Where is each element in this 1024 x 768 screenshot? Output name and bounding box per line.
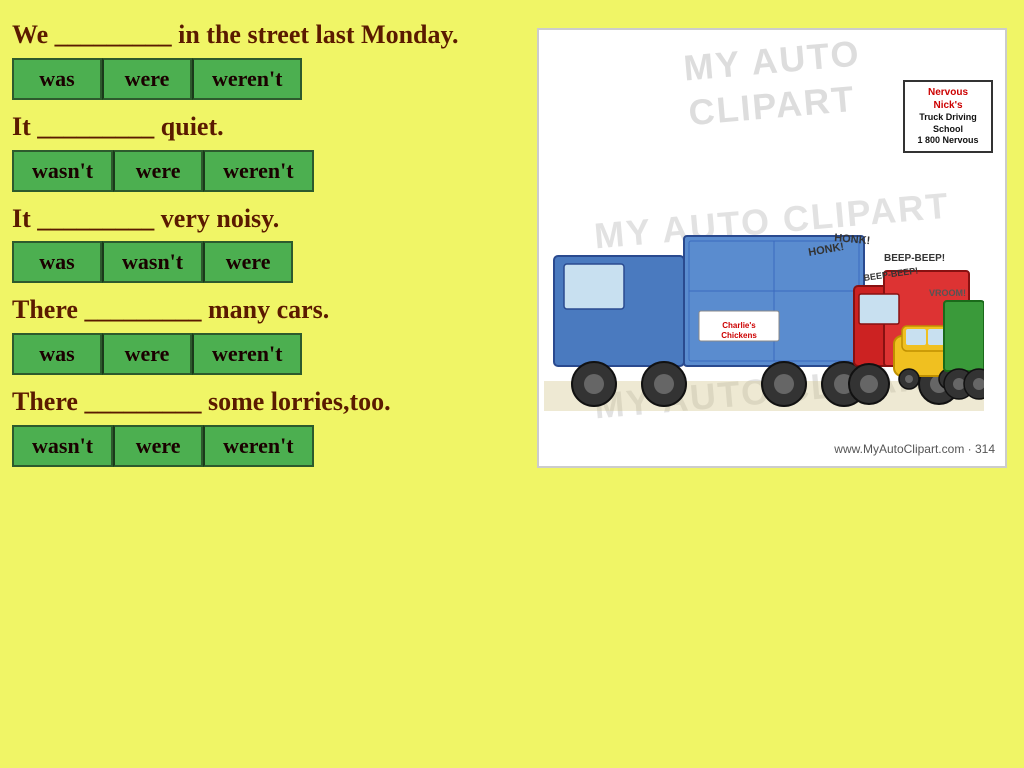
options-row-3: was wasn't were	[12, 241, 522, 283]
options-row-1: was were weren't	[12, 58, 522, 100]
svg-text:BEEP-BEEP!: BEEP-BEEP!	[884, 253, 945, 264]
question-text-1: We _________ in the street last Monday.	[12, 18, 522, 52]
svg-text:Chickens: Chickens	[721, 331, 757, 340]
truck-scene-svg: Charlie's Chickens	[544, 116, 984, 436]
question-block-3: It _________ very noisy. was wasn't were	[12, 202, 522, 284]
sign-title: Nervous Nick's	[913, 86, 983, 112]
q1-option-were[interactable]: were	[102, 58, 192, 100]
question-text-3: It _________ very noisy.	[12, 202, 522, 236]
q3-option-wasnt[interactable]: wasn't	[102, 241, 203, 283]
q2-option-were[interactable]: were	[113, 150, 203, 192]
question-block-1: We _________ in the street last Monday. …	[12, 18, 522, 100]
q3-option-was[interactable]: was	[12, 241, 102, 283]
q3-option-were[interactable]: were	[203, 241, 293, 283]
question-text-4: There _________ many cars.	[12, 293, 522, 327]
main-container: We _________ in the street last Monday. …	[0, 0, 1024, 768]
svg-text:VROOM!: VROOM!	[929, 288, 966, 298]
options-row-4: was were weren't	[12, 333, 522, 375]
left-panel: We _________ in the street last Monday. …	[12, 18, 522, 750]
question-text-2: It _________ quiet.	[12, 110, 522, 144]
q2-option-werent[interactable]: weren't	[203, 150, 313, 192]
q1-option-werent[interactable]: weren't	[192, 58, 302, 100]
question-text-5: There _________ some lorries,too.	[12, 385, 522, 419]
question-block-4: There _________ many cars. was were were…	[12, 293, 522, 375]
q5-option-were[interactable]: were	[113, 425, 203, 467]
q4-option-were[interactable]: were	[102, 333, 192, 375]
clipart-footer: www.MyAutoClipart.com · 314	[834, 442, 995, 456]
clipart-image: MY AUTO CLIPART MY AUTO CLIPART MY AUTO …	[537, 28, 1007, 468]
right-panel: MY AUTO CLIPART MY AUTO CLIPART MY AUTO …	[532, 18, 1012, 750]
q5-option-wasnt[interactable]: wasn't	[12, 425, 113, 467]
q1-option-was[interactable]: was	[12, 58, 102, 100]
options-row-2: wasn't were weren't	[12, 150, 522, 192]
question-block-2: It _________ quiet. wasn't were weren't	[12, 110, 522, 192]
svg-text:Charlie's: Charlie's	[722, 321, 756, 330]
q4-option-was[interactable]: was	[12, 333, 102, 375]
q5-option-werent[interactable]: weren't	[203, 425, 313, 467]
q2-option-wasnt[interactable]: wasn't	[12, 150, 113, 192]
options-row-5: wasn't were weren't	[12, 425, 522, 467]
question-block-5: There _________ some lorries,too. wasn't…	[12, 385, 522, 467]
q4-option-werent[interactable]: weren't	[192, 333, 302, 375]
